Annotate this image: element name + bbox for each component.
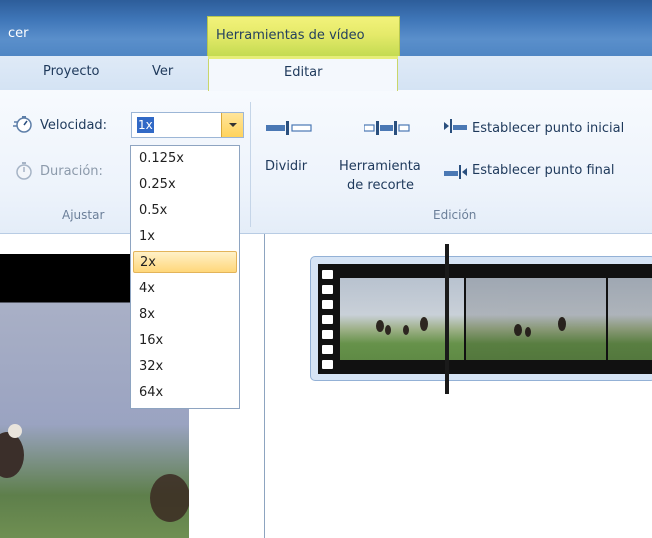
speed-combobox[interactable]: 1x (131, 112, 244, 138)
clip-frame-thumbnail (466, 278, 606, 360)
tab-editar-label: Editar (284, 65, 323, 80)
sprocket (322, 270, 333, 279)
split-icon (266, 121, 312, 135)
speed-option[interactable]: 8x (133, 304, 237, 326)
sprocket (322, 285, 333, 294)
speed-option[interactable]: 32x (133, 356, 237, 378)
speed-option[interactable]: 16x (133, 330, 237, 352)
speed-option[interactable]: 1x (133, 226, 237, 248)
trim-tool-button-line2[interactable]: de recorte (347, 178, 414, 193)
group-label-ajustar: Ajustar (62, 208, 105, 222)
preview-bird (0, 432, 24, 478)
tab-proyecto[interactable]: Proyecto (43, 64, 100, 79)
group-label-edicion: Edición (433, 208, 477, 222)
playhead[interactable] (445, 244, 449, 394)
set-start-point-icon (444, 119, 467, 133)
preview-bird-head (8, 424, 22, 438)
birds-thumbnail-icon (514, 317, 566, 337)
speed-label: Velocidad: (40, 118, 108, 133)
speed-value: 1x (137, 117, 154, 133)
sprocket (322, 315, 333, 324)
duration-label: Duración: (40, 164, 103, 179)
sprocket (322, 360, 333, 369)
speed-option[interactable]: 0.25x (133, 174, 237, 196)
set-end-point-icon (444, 165, 467, 179)
trim-tool-button-line1[interactable]: Herramienta (339, 159, 421, 174)
app-title: cer (8, 26, 29, 41)
speed-dropdown-list: 0.125x 0.25x 0.5x 1x 2x 4x 8x 16x 32x 64… (130, 145, 240, 409)
set-start-point-button[interactable]: Establecer punto inicial (472, 121, 624, 136)
speed-icon (13, 116, 32, 133)
speed-option[interactable]: 64x (133, 382, 237, 404)
speed-option[interactable]: 0.125x (133, 148, 237, 170)
preview-bird-blur (150, 474, 189, 522)
group-separator (250, 102, 251, 227)
sprocket (322, 300, 333, 309)
sprocket (322, 345, 333, 354)
ribbon: Velocidad: 1x Duración: Ajustar Dividir … (0, 90, 652, 234)
clip-filmstrip[interactable] (318, 264, 652, 374)
clip-frame-thumbnail (608, 278, 652, 360)
sprocket (322, 330, 333, 339)
split-button[interactable]: Dividir (265, 159, 307, 174)
tab-editar[interactable]: Editar (208, 56, 398, 91)
chevron-down-icon[interactable] (221, 113, 243, 137)
trim-tool-icon (364, 121, 410, 135)
panel-splitter[interactable] (264, 234, 265, 538)
contextual-tab-group-label: Herramientas de vídeo (216, 28, 365, 43)
speed-option[interactable]: 4x (133, 278, 237, 300)
set-end-point-button[interactable]: Establecer punto final (472, 163, 614, 178)
speed-option-highlighted[interactable]: 2x (133, 251, 237, 273)
tab-ver[interactable]: Ver (152, 64, 173, 79)
contextual-tab-group-video-tools[interactable]: Herramientas de vídeo (207, 16, 400, 56)
speed-option[interactable]: 0.5x (133, 200, 237, 222)
duration-icon (16, 162, 32, 180)
